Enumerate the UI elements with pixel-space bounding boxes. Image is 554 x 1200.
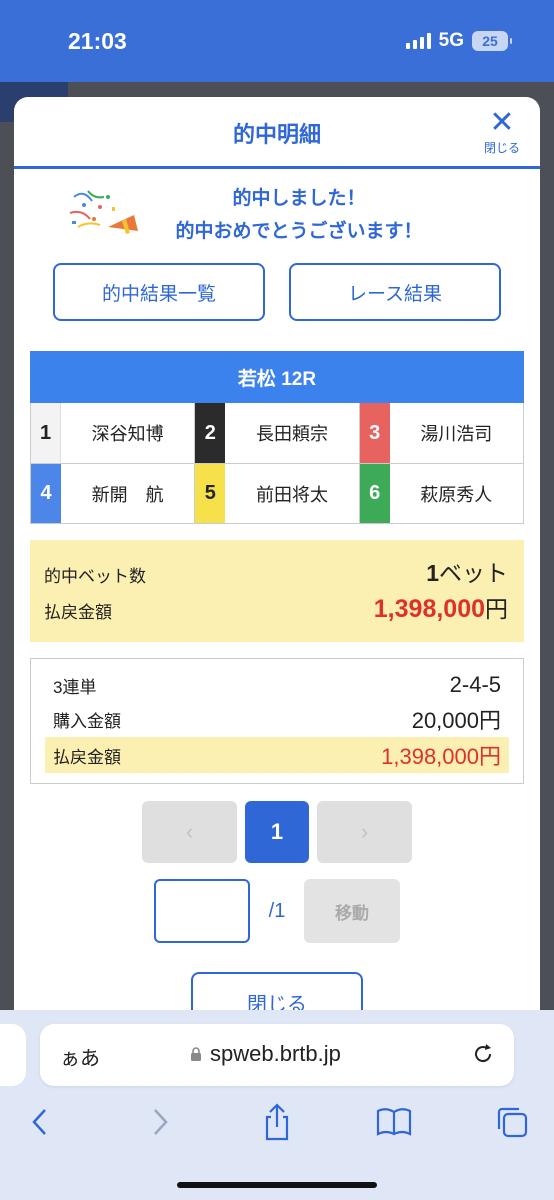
hit-detail-modal: 的中明細 ✕ 閉じる 的中しました！ 的中おめでとうございます！ 的中結果一覧 <box>14 97 540 1097</box>
cellular-signal-icon <box>405 33 431 49</box>
payout-amount: 1,398,000 <box>373 595 485 623</box>
congrats-text: 的中しました！ 的中おめでとうございます！ <box>144 182 454 248</box>
hit-bets-value: 1ベット <box>426 554 508 588</box>
racer-cell: 1 深谷知博 <box>31 403 194 463</box>
network-type: 5G <box>438 30 464 51</box>
battery-icon: 25 <box>472 31 512 51</box>
congrats-message: 的中しました！ 的中おめでとうございます！ <box>14 169 540 261</box>
race-title: 若松 12R <box>30 351 524 403</box>
hit-list-button[interactable]: 的中結果一覧 <box>53 263 265 321</box>
purchase-value: 20,000円 <box>411 708 501 733</box>
bet-detail: 3連単 2-4-5 購入金額 20,000円 払戻金額 1,398,000円 <box>30 658 524 784</box>
action-buttons: 的中結果一覧 レース結果 <box>14 263 540 321</box>
racer-cell: 6 萩原秀人 <box>358 464 523 523</box>
prev-page-button[interactable]: ‹ <box>142 801 237 863</box>
racer-grid: 1 深谷知博 2 長田頼宗 3 湯川浩司 4 新開 航 5 前田将太 6 萩原秀… <box>30 403 524 524</box>
congrats-line-2: 的中おめでとうございます！ <box>175 221 423 242</box>
lane-number: 1 <box>31 403 61 463</box>
lock-icon <box>191 1047 201 1061</box>
reload-icon[interactable] <box>470 1041 496 1067</box>
forward-icon[interactable] <box>140 1102 180 1142</box>
close-label: 閉じる <box>483 141 520 155</box>
purchase-row: 購入金額 20,000円 <box>45 701 509 737</box>
racer-name: 萩原秀人 <box>420 484 493 505</box>
racer-name: 湯川浩司 <box>420 424 493 444</box>
lane-number: 3 <box>359 403 390 463</box>
lane-number: 4 <box>31 464 61 523</box>
payout-total: 1,398,000円 <box>374 590 508 624</box>
racer-cell: 2 長田頼宗 <box>194 403 358 463</box>
share-icon[interactable] <box>257 1102 297 1142</box>
racer-row: 1 深谷知博 2 長田頼宗 3 湯川浩司 <box>31 403 523 463</box>
bet-combination: 2-4-5 <box>449 672 501 697</box>
next-page-button[interactable]: › <box>317 801 412 863</box>
congrats-line-1: 的中しました！ <box>232 188 366 209</box>
browser-nav <box>0 1102 554 1146</box>
page-number-input[interactable] <box>154 879 250 943</box>
lane-number: 5 <box>195 464 226 523</box>
close-icon: ✕ <box>489 106 515 139</box>
move-button[interactable]: 移動 <box>304 879 400 943</box>
detail-payout-row: 払戻金額 1,398,000円 <box>45 737 509 773</box>
bookmarks-icon[interactable] <box>374 1102 414 1142</box>
bet-type-row: 3連単 2-4-5 <box>45 667 509 703</box>
page-jump: /1 移動 <box>154 879 400 943</box>
race-info: 若松 12R 1 深谷知博 2 長田頼宗 3 湯川浩司 4 新開 航 5 前田将… <box>30 351 524 524</box>
url-display[interactable]: spweb.brtb.jp <box>190 1041 341 1067</box>
status-time: 21:03 <box>68 28 127 54</box>
modal-title: 的中明細 <box>232 122 321 147</box>
lane-number: 2 <box>195 403 226 463</box>
racer-cell: 5 前田将太 <box>194 464 358 523</box>
chevron-left-icon: ‹ <box>185 819 194 844</box>
tabs-icon[interactable] <box>492 1102 532 1142</box>
hit-bets-count: 1 <box>426 560 439 586</box>
race-result-button[interactable]: レース結果 <box>289 263 501 321</box>
close-button[interactable]: ✕ 閉じる <box>480 107 524 156</box>
detail-payout-value: 1,398,000円 <box>381 744 501 769</box>
home-indicator <box>177 1182 377 1188</box>
back-icon[interactable] <box>20 1102 60 1142</box>
racer-row: 4 新開 航 5 前田将太 6 萩原秀人 <box>31 463 523 523</box>
hit-bets-unit: ベット <box>439 560 508 586</box>
racer-name: 長田頼宗 <box>255 424 328 444</box>
page-1-button[interactable]: 1 <box>245 801 309 863</box>
racer-name: 新開 航 <box>91 484 164 505</box>
bet-type: 3連単 <box>53 677 97 697</box>
text-size-button[interactable]: ぁあ <box>60 1042 100 1071</box>
browser-toolbar: ぁあ spweb.brtb.jp <box>0 1010 554 1200</box>
party-popper-icon <box>69 190 138 234</box>
payout-label: 払戻金額 <box>44 603 112 622</box>
hit-summary: 的中ベット数 1ベット 払戻金額 1,398,000円 <box>30 540 524 642</box>
racer-name: 深谷知博 <box>91 424 164 444</box>
status-indicators: 5G 25 <box>405 30 512 52</box>
hit-bets-label: 的中ベット数 <box>44 567 146 586</box>
racer-cell: 4 新開 航 <box>31 464 194 523</box>
racer-cell: 3 湯川浩司 <box>358 403 523 463</box>
address-bar[interactable]: ぁあ spweb.brtb.jp <box>40 1024 514 1086</box>
previous-tab-peek[interactable] <box>0 1024 26 1086</box>
modal-header: 的中明細 ✕ 閉じる <box>14 97 540 169</box>
status-bar: 21:03 5G 25 <box>0 0 554 82</box>
page-total: /1 <box>268 899 286 922</box>
chevron-right-icon: › <box>360 819 369 844</box>
purchase-label: 購入金額 <box>53 711 121 731</box>
lane-number: 6 <box>359 464 390 523</box>
yen-unit: 円 <box>485 596 508 622</box>
url-text: spweb.brtb.jp <box>210 1041 341 1066</box>
racer-name: 前田将太 <box>255 484 328 505</box>
detail-payout-label: 払戻金額 <box>53 747 121 767</box>
pagination: ‹ 1 › <box>142 801 412 863</box>
